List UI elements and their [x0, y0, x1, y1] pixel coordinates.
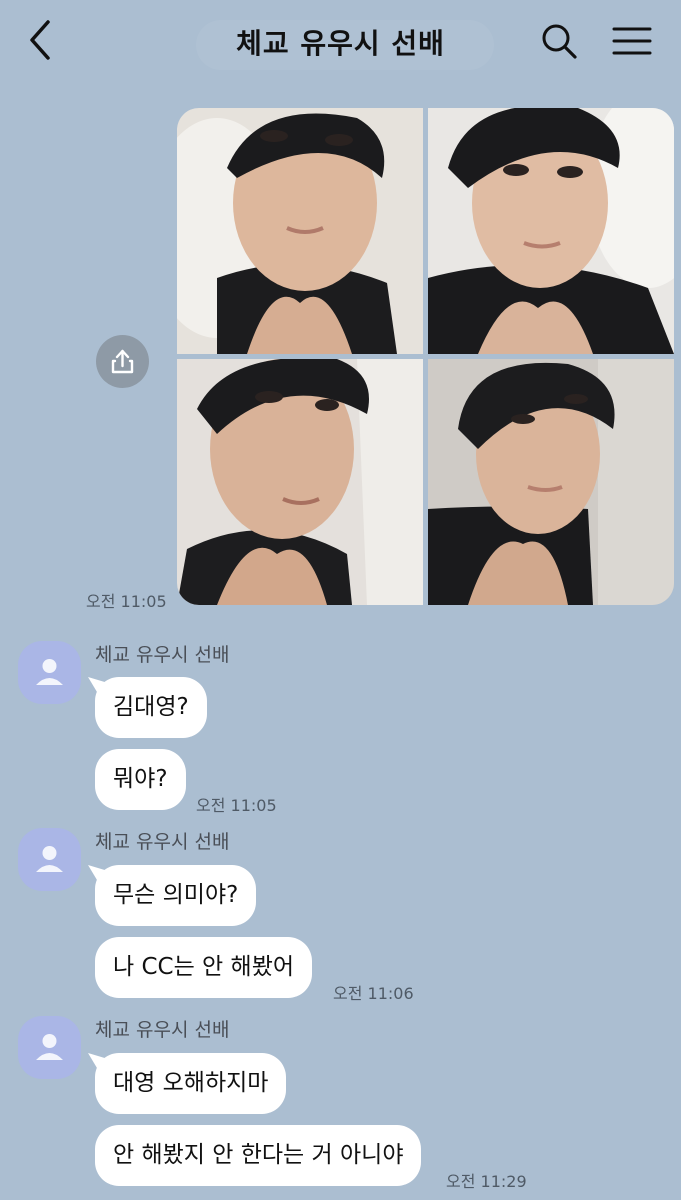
sender-name: 체교 유우시 선배: [95, 644, 230, 666]
avatar[interactable]: [18, 641, 81, 704]
message-time: 오전 11:29: [446, 1172, 527, 1191]
message-time: 오전 11:05: [86, 592, 167, 611]
message-bubble[interactable]: 무슨 의미야?: [95, 865, 257, 926]
share-button[interactable]: [96, 335, 149, 388]
hamburger-menu-icon: [612, 27, 652, 55]
message-bubble[interactable]: 나 CC는 안 해봤어: [95, 937, 313, 998]
default-profile-icon: [36, 846, 63, 872]
sender-name: 체교 유우시 선배: [95, 831, 230, 853]
photo-grid[interactable]: [177, 108, 674, 605]
avatar[interactable]: [18, 828, 81, 891]
share-upload-icon: [111, 349, 134, 374]
default-profile-icon: [36, 1034, 63, 1060]
message-bubble[interactable]: 김대영?: [95, 677, 207, 738]
photo-2[interactable]: [428, 108, 674, 354]
search-button[interactable]: [538, 20, 580, 62]
sender-name: 체교 유우시 선배: [95, 1019, 230, 1041]
message-bubble[interactable]: 뭐야?: [95, 749, 186, 810]
message-bubble[interactable]: 대영 오해하지마: [95, 1053, 287, 1114]
photo-1[interactable]: [177, 108, 423, 354]
message-time: 오전 11:05: [196, 796, 277, 815]
menu-button[interactable]: [610, 20, 654, 62]
message-bubble[interactable]: 안 해봤지 안 한다는 거 아니야: [95, 1125, 422, 1186]
default-profile-icon: [36, 659, 63, 685]
message-time: 오전 11:06: [333, 984, 414, 1003]
chat-header: 체교 유우시 선배: [0, 0, 681, 84]
search-icon: [542, 24, 577, 59]
photo-3[interactable]: [177, 359, 423, 605]
photo-4[interactable]: [428, 359, 674, 605]
avatar[interactable]: [18, 1016, 81, 1079]
